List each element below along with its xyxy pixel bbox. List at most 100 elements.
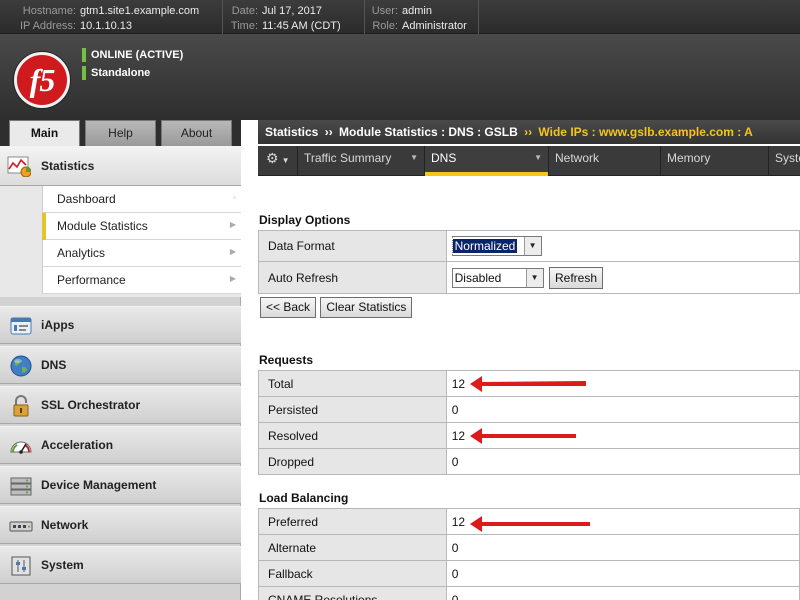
time-label: Time:	[230, 20, 258, 32]
date-value: Jul 17, 2017	[262, 5, 322, 17]
table-row: Persisted 0	[258, 396, 800, 423]
sidebar-label: Network	[41, 518, 89, 532]
menu-label: Memory	[667, 151, 711, 165]
annotation-arrow-icon	[470, 516, 590, 532]
row-label: Resolved	[258, 422, 447, 449]
hostname-label: Hostname:	[22, 5, 76, 17]
main-tabs: Main Help About	[0, 120, 241, 147]
row-value: 0	[445, 396, 800, 423]
host-info: Hostname: gtm1.site1.example.com IP Addre…	[4, 4, 199, 34]
sidebar-item-statistics[interactable]: Statistics	[0, 146, 241, 186]
auto-refresh-value: Disabled	[454, 270, 502, 285]
sidebar-label: System	[41, 558, 84, 572]
menu-traffic-summary[interactable]: Traffic Summary ▼	[298, 146, 425, 176]
breadcrumb-module-statistics[interactable]: Module Statistics : DNS : GSLB	[339, 125, 518, 139]
submenu-module-statistics[interactable]: Module Statistics ▶	[42, 213, 241, 240]
row-value: 0	[445, 534, 800, 561]
auto-refresh-label: Auto Refresh	[258, 261, 447, 294]
gauge-icon	[10, 441, 32, 454]
date-label: Date:	[231, 5, 258, 17]
module-menubar: ⚙ ▼ Traffic Summary ▼ DNS ▼ Network Memory …	[258, 146, 800, 176]
menu-label: Traffic Summary	[304, 151, 392, 165]
menu-dns[interactable]: DNS ▼	[425, 146, 549, 176]
row-label: Alternate	[258, 534, 447, 561]
lock-icon	[13, 395, 29, 417]
clear-statistics-button[interactable]: Clear Statistics	[320, 297, 413, 318]
submenu-dashboard[interactable]: Dashboard ▫	[42, 186, 241, 213]
sidebar-label: Acceleration	[41, 438, 114, 452]
breadcrumb-statistics[interactable]: Statistics	[265, 125, 318, 139]
load-balancing-title: Load Balancing	[259, 491, 349, 505]
breadcrumb: Statistics ›› Module Statistics : DNS : …	[258, 120, 800, 144]
tab-about[interactable]: About	[161, 120, 232, 146]
gear-menu[interactable]: ⚙ ▼	[258, 146, 298, 176]
chevron-down-icon: ▼	[410, 153, 418, 162]
sidebar-item-device-management[interactable]: Device Management	[0, 466, 241, 504]
submenu-label: Dashboard	[57, 192, 116, 206]
menu-network[interactable]: Network	[549, 146, 661, 176]
user-info: User: admin Role: Administrator	[368, 4, 467, 34]
device-mode[interactable]: Standalone	[82, 66, 150, 80]
data-format-label: Data Format	[258, 230, 447, 262]
sidebar-item-acceleration[interactable]: Acceleration	[0, 426, 241, 464]
tab-main[interactable]: Main	[9, 120, 80, 147]
datetime-info: Date: Jul 17, 2017 Time: 11:45 AM (CDT)	[226, 4, 341, 34]
menu-memory[interactable]: Memory	[661, 146, 769, 176]
sidebar-label: Statistics	[41, 159, 95, 173]
data-format-select[interactable]: Normalized ▼	[451, 236, 542, 256]
brand-header: f5 ONLINE (ACTIVE) Standalone	[0, 34, 800, 120]
table-row: Data Format Normalized ▼	[258, 230, 800, 262]
content-gutter	[241, 144, 258, 600]
sidebar-item-ssl-orchestrator[interactable]: SSL Orchestrator	[0, 386, 241, 424]
menu-label: DNS	[431, 151, 457, 165]
row-value: 0	[445, 560, 800, 587]
row-value: 0	[445, 448, 800, 475]
sidebar-item-dns[interactable]: DNS	[0, 346, 241, 384]
submenu-label: Performance	[57, 273, 126, 287]
divider	[478, 0, 479, 34]
menu-label: System	[775, 151, 800, 165]
submenu-performance[interactable]: Performance ▶	[42, 267, 241, 294]
breadcrumb-separator: ››	[324, 125, 333, 139]
f5-logo[interactable]: f5	[14, 52, 70, 108]
refresh-button[interactable]: Refresh	[548, 266, 604, 289]
user-value: admin	[402, 5, 432, 17]
role-value: Administrator	[402, 20, 467, 32]
submenu-analytics[interactable]: Analytics ▶	[42, 240, 241, 267]
auto-refresh-select[interactable]: Disabled ▼	[451, 267, 544, 288]
data-format-cell: Normalized ▼	[445, 230, 800, 262]
sidebar-item-network[interactable]: Network	[0, 506, 241, 544]
chevron-right-icon: ▶	[229, 220, 236, 229]
data-format-value: Normalized	[451, 238, 519, 254]
statistics-submenu: Dashboard ▫ Module Statistics ▶ Analytic…	[0, 186, 241, 297]
globe-icon	[10, 355, 32, 377]
tab-help[interactable]: Help	[85, 120, 156, 146]
menu-system[interactable]: System	[769, 146, 800, 176]
ip-value: 10.1.10.13	[80, 20, 132, 32]
sidebar-label: SSL Orchestrator	[41, 398, 141, 412]
chevron-down-icon: ▼	[523, 237, 541, 255]
table-row: Dropped 0	[258, 448, 800, 475]
ip-label: IP Address:	[19, 20, 76, 32]
chevron-down-icon: ▼	[534, 153, 542, 162]
sidebar-label: DNS	[41, 358, 67, 372]
row-label: Fallback	[258, 560, 447, 587]
sidebar-label: iApps	[41, 318, 75, 332]
sidebar-item-iapps[interactable]: iApps	[0, 306, 241, 344]
table-row: Alternate 0	[258, 534, 800, 561]
table-row: Auto Refresh Disabled ▼ Refresh	[258, 261, 800, 294]
sidebar-item-system[interactable]: System	[0, 546, 241, 584]
submenu-label: Analytics	[57, 246, 106, 260]
divider	[222, 0, 223, 34]
back-button[interactable]: << Back	[260, 297, 317, 318]
display-options-title: Display Options	[259, 213, 351, 227]
ha-status[interactable]: ONLINE (ACTIVE)	[82, 48, 183, 62]
table-row: CNAME Resolutions 0	[258, 586, 800, 600]
menu-label: Network	[555, 151, 600, 165]
row-label: Preferred	[258, 508, 447, 535]
divider	[364, 0, 365, 34]
chevron-right-icon: ▶	[229, 247, 236, 256]
requests-title: Requests	[259, 353, 314, 367]
row-label: Total	[258, 370, 447, 397]
server-icon	[10, 477, 32, 496]
